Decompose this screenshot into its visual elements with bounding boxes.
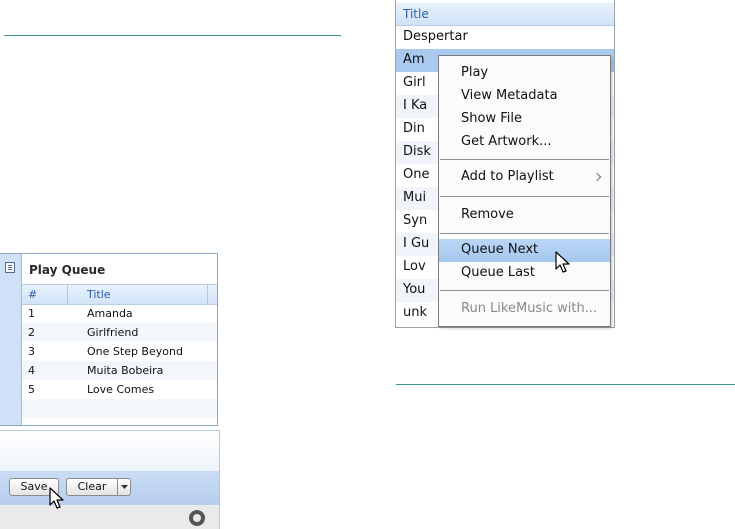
queue-row[interactable]: 3 One Step Beyond bbox=[22, 342, 217, 361]
queue-row-title: Amanda bbox=[87, 307, 133, 320]
column-title: Title bbox=[403, 7, 429, 21]
queue-row-title: Muita Bobeira bbox=[87, 364, 164, 377]
column-separator[interactable] bbox=[67, 285, 68, 304]
queue-row-title: Girlfriend bbox=[87, 326, 139, 339]
menu-separator bbox=[440, 290, 609, 291]
menu-item-label: Get Artwork... bbox=[461, 134, 552, 149]
menu-item-label: Queue Next bbox=[461, 242, 539, 257]
track-title: Girl bbox=[403, 75, 426, 90]
menu-item-add-to-playlist[interactable]: Add to Playlist bbox=[439, 166, 610, 189]
column-separator[interactable] bbox=[207, 285, 208, 304]
queue-row[interactable]: 2 Girlfriend bbox=[22, 323, 217, 342]
menu-item-label: Remove bbox=[461, 207, 514, 222]
track-title: You bbox=[403, 282, 426, 297]
queue-row-number: 3 bbox=[28, 345, 35, 358]
queue-row-title: One Step Beyond bbox=[87, 345, 183, 358]
queue-toolbar-panel: Save Clear bbox=[0, 430, 220, 529]
track-title: I Ka bbox=[403, 98, 428, 113]
track-title: unk bbox=[403, 305, 428, 320]
play-queue-title: Play Queue bbox=[29, 263, 106, 277]
menu-separator bbox=[440, 196, 609, 197]
logo-icon bbox=[189, 510, 205, 526]
context-menu: Play View Metadata Show File Get Artwork… bbox=[438, 55, 611, 327]
menu-separator bbox=[440, 233, 609, 234]
menu-item-label: Queue Last bbox=[461, 265, 535, 280]
dropdown-arrow-icon bbox=[121, 485, 128, 489]
menu-item-play[interactable]: Play bbox=[439, 62, 610, 85]
menu-item-queue-next[interactable]: Queue Next bbox=[439, 239, 610, 262]
track-list-header[interactable]: Title bbox=[396, 3, 614, 26]
column-number[interactable]: # bbox=[28, 288, 37, 301]
mouse-cursor-icon bbox=[555, 251, 570, 273]
track-title: Lov bbox=[403, 259, 426, 274]
menu-separator bbox=[440, 159, 609, 160]
track-title: Syn bbox=[403, 213, 428, 228]
queue-row-empty bbox=[22, 399, 217, 418]
menu-item-show-file[interactable]: Show File bbox=[439, 108, 610, 131]
queue-row-number: 2 bbox=[28, 326, 35, 339]
column-title[interactable]: Title bbox=[87, 288, 111, 301]
track-title: Mui bbox=[403, 190, 427, 205]
menu-item-label: Add to Playlist bbox=[461, 169, 554, 184]
mouse-cursor-icon bbox=[49, 487, 64, 509]
menu-item-run-likemusic[interactable]: Run LikeMusic with... bbox=[439, 298, 610, 321]
clear-button[interactable]: Clear bbox=[66, 478, 118, 496]
queue-row-number: 4 bbox=[28, 364, 35, 377]
track-title: Disk bbox=[403, 144, 431, 159]
queue-row[interactable]: 5 Love Comes bbox=[22, 380, 217, 399]
divider-bottom-right bbox=[396, 384, 735, 385]
menu-item-get-artwork[interactable]: Get Artwork... bbox=[439, 131, 610, 154]
divider-top-left bbox=[4, 35, 341, 36]
menu-item-view-metadata[interactable]: View Metadata bbox=[439, 85, 610, 108]
queue-row[interactable]: 1 Amanda bbox=[22, 304, 217, 323]
button-bar: Save Clear bbox=[0, 471, 219, 505]
menu-item-label: Play bbox=[461, 65, 489, 80]
play-queue-panel: Play Queue # Title 1 Amanda 2 Girlfriend… bbox=[0, 253, 218, 426]
menu-item-queue-last[interactable]: Queue Last bbox=[439, 262, 610, 285]
queue-row[interactable]: 4 Muita Bobeira bbox=[22, 361, 217, 380]
track-title: Am bbox=[403, 52, 425, 67]
queue-row-number: 1 bbox=[28, 307, 35, 320]
queue-row-number: 5 bbox=[28, 383, 35, 396]
queue-row-title: Love Comes bbox=[87, 383, 155, 396]
queue-column-header: # Title bbox=[22, 284, 217, 305]
document-icon bbox=[5, 262, 15, 273]
track-title: One bbox=[403, 167, 430, 182]
clear-dropdown-button[interactable] bbox=[117, 478, 131, 496]
status-footer bbox=[0, 505, 219, 529]
track-row[interactable]: Despertar bbox=[396, 26, 614, 49]
track-title: Despertar bbox=[403, 29, 468, 44]
track-title: Din bbox=[403, 121, 425, 136]
track-title: I Gu bbox=[403, 236, 430, 251]
menu-item-remove[interactable]: Remove bbox=[439, 204, 610, 227]
queue-side-strip bbox=[0, 254, 22, 425]
menu-item-label: View Metadata bbox=[461, 88, 558, 103]
menu-item-label: Run LikeMusic with... bbox=[461, 301, 598, 316]
submenu-arrow-icon bbox=[592, 172, 602, 182]
menu-item-label: Show File bbox=[461, 111, 522, 126]
